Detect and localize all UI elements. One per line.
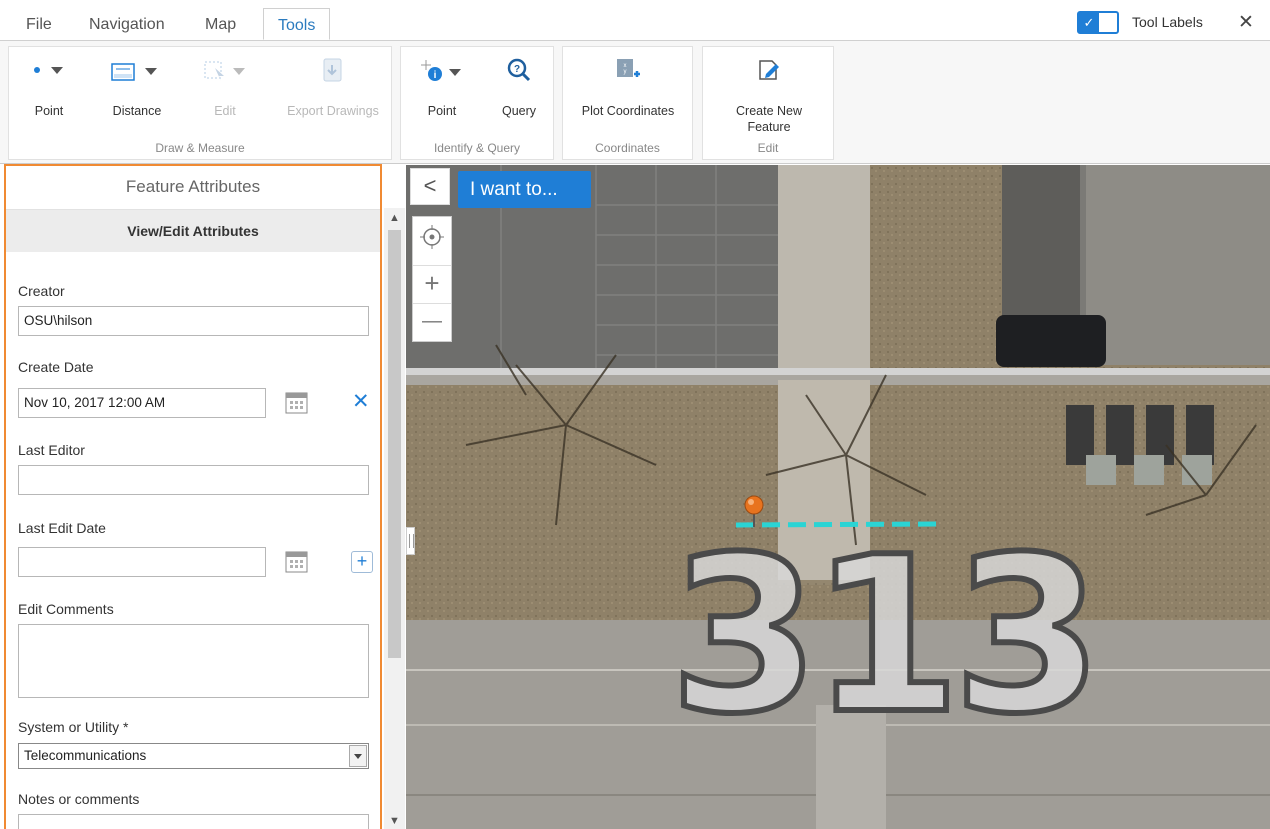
ruler-icon: [97, 53, 177, 87]
group-identify-query: i Point ? Query Identify & Query: [400, 46, 554, 160]
export-drawings-label: Export Drawings: [287, 104, 379, 118]
chevron-down-icon: [349, 745, 367, 767]
panel-scrollbar[interactable]: ▲ ▼: [384, 208, 405, 829]
calendar-icon[interactable]: [285, 391, 308, 414]
map-view[interactable]: 313: [406, 165, 1270, 829]
query-button[interactable]: ? Query: [489, 53, 549, 119]
plot-coordinates-icon: xy: [567, 53, 689, 87]
building-number-label: 313: [670, 510, 1095, 761]
panel-resize-handle[interactable]: [406, 527, 415, 555]
notes-label: Notes or comments: [18, 791, 140, 807]
edit-comments-textarea[interactable]: [18, 624, 369, 698]
ribbon: Point Distance Edit Export Drawings Draw…: [0, 40, 1270, 164]
view-edit-attributes-header: View/Edit Attributes: [6, 210, 380, 252]
create-date-field[interactable]: Nov 10, 2017 12:00 AM: [18, 388, 266, 418]
tool-labels-label: Tool Labels: [1132, 14, 1203, 30]
plot-coordinates-button[interactable]: xy Plot Coordinates: [567, 53, 689, 119]
locate-icon[interactable]: [413, 221, 451, 255]
export-icon: [279, 53, 387, 87]
system-utility-value: Telecommunications: [24, 748, 147, 763]
check-icon: ✓: [1079, 13, 1099, 32]
group-draw-measure: Point Distance Edit Export Drawings Draw…: [8, 46, 392, 160]
draw-point-label: Point: [34, 104, 64, 118]
edit-drawing-button[interactable]: Edit: [185, 53, 265, 119]
ribbon-tab-bar: File Navigation Map Tools ✓ Tool Labels …: [0, 0, 1270, 40]
plot-coordinates-label: Plot Coordinates: [581, 104, 675, 118]
svg-text:y: y: [624, 69, 627, 75]
create-date-label: Create Date: [18, 359, 94, 375]
create-new-feature-button[interactable]: Create New Feature: [709, 53, 829, 135]
feature-attributes-panel: Feature Attributes View/Edit Attributes …: [4, 164, 382, 829]
tab-navigation[interactable]: Navigation: [75, 8, 179, 40]
group-label-draw-measure: Draw & Measure: [155, 141, 245, 155]
distance-button[interactable]: Distance: [97, 53, 177, 119]
add-date-button[interactable]: +: [351, 551, 373, 573]
group-label-identify-query: Identify & Query: [433, 141, 521, 155]
identify-point-button[interactable]: i Point: [407, 53, 477, 119]
tab-map[interactable]: Map: [191, 8, 250, 40]
edit-comments-label: Edit Comments: [18, 601, 114, 617]
scroll-down-icon[interactable]: ▼: [389, 815, 400, 827]
system-utility-select[interactable]: Telecommunications: [18, 743, 369, 769]
aerial-imagery: 313: [406, 165, 1270, 829]
group-edit: Create New Feature Edit: [702, 46, 834, 160]
query-icon: ?: [489, 53, 549, 87]
create-feature-icon: [709, 53, 829, 87]
last-editor-field[interactable]: [18, 465, 369, 495]
zoom-in-button[interactable]: +: [413, 265, 451, 299]
scroll-up-icon[interactable]: ▲: [389, 212, 400, 224]
clear-date-icon[interactable]: ✕: [352, 389, 370, 414]
zoom-out-button[interactable]: —: [413, 303, 451, 339]
map-controls: + —: [412, 216, 452, 342]
distance-label: Distance: [112, 104, 162, 118]
creator-label: Creator: [18, 283, 65, 299]
creator-field[interactable]: OSU\hilson: [18, 306, 369, 336]
draw-point-button[interactable]: Point: [19, 53, 79, 119]
close-icon[interactable]: ✕: [1238, 11, 1254, 34]
panel-title: Feature Attributes: [6, 166, 380, 210]
identify-point-label: Point: [427, 104, 457, 118]
tab-tools[interactable]: Tools: [263, 8, 331, 40]
svg-text:i: i: [434, 70, 437, 81]
tab-file[interactable]: File: [12, 8, 66, 40]
last-editor-label: Last Editor: [18, 442, 85, 458]
edit-select-icon: [185, 53, 265, 87]
collapse-panel-button[interactable]: <: [410, 168, 450, 205]
create-new-feature-label: Create New Feature: [736, 104, 802, 134]
calendar-icon[interactable]: [285, 550, 308, 573]
last-edit-date-label: Last Edit Date: [18, 520, 106, 536]
notes-textarea[interactable]: [18, 814, 369, 829]
scroll-thumb[interactable]: [388, 230, 401, 658]
attribute-form: Creator OSU\hilson Create Date Nov 10, 2…: [6, 252, 380, 829]
group-label-edit: Edit: [757, 141, 779, 155]
identify-icon: i: [407, 53, 477, 87]
query-label: Query: [501, 104, 537, 118]
group-coordinates: xy Plot Coordinates Coordinates: [562, 46, 693, 160]
export-drawings-button[interactable]: Export Drawings: [279, 53, 387, 119]
edit-drawing-label: Edit: [214, 104, 236, 118]
draw-point-icon: [19, 53, 79, 87]
i-want-to-button[interactable]: I want to...: [458, 171, 591, 208]
group-label-coordinates: Coordinates: [595, 141, 660, 155]
tool-labels-toggle[interactable]: ✓: [1077, 11, 1119, 34]
svg-text:?: ?: [514, 64, 520, 75]
last-edit-date-field[interactable]: [18, 547, 266, 577]
system-utility-label: System or Utility *: [18, 719, 129, 735]
